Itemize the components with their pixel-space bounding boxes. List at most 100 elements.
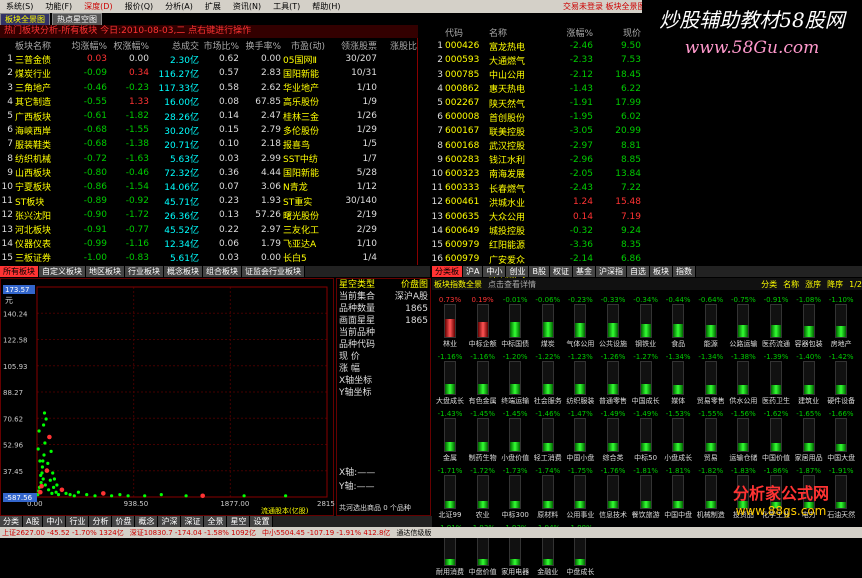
menu-depth[interactable]: 深度(D) <box>78 1 118 12</box>
scatter-point[interactable] <box>184 494 188 498</box>
stock-row[interactable]: 4 000862 惠天热电 -1.43 6.22 <box>420 82 642 96</box>
index-detail-link[interactable]: 点击查看详情 <box>488 279 536 290</box>
scatter-point[interactable] <box>200 493 205 499</box>
scatter-point[interactable] <box>42 411 47 415</box>
tab-bottom-11[interactable]: 设置 <box>250 516 274 527</box>
block-row[interactable]: 11 ST板块 -0.89 -0.92 45.71亿 0.23 1.93 ST重实 30/140 <box>0 194 418 208</box>
index-cell[interactable]: -1.16% 有色金属 <box>469 353 497 407</box>
scatter-point[interactable] <box>47 434 52 440</box>
stock-row[interactable]: 15 600979 红阳能源 -3.36 8.35 <box>420 238 642 252</box>
index-cell[interactable]: 0.19% 中标企额 <box>469 296 497 350</box>
scatter-point[interactable] <box>56 493 61 497</box>
starmap-chart[interactable]: 173.57 140.24 122.58 105.93 88.27 70.62 52.96 3… <box>0 278 335 516</box>
stock-row[interactable]: 13 600635 大众公用 0.14 7.19 <box>420 209 642 224</box>
index-cell[interactable]: -0.06% 煤炭 <box>534 296 562 350</box>
scatter-point[interactable] <box>64 491 68 495</box>
index-sort-up[interactable]: 涨序 <box>805 279 821 290</box>
tab-bottom-7[interactable]: 沪深 <box>158 516 182 527</box>
index-cell[interactable]: -1.38% 供水公用 <box>729 353 757 407</box>
scatter-point[interactable] <box>37 429 41 433</box>
scatter-point[interactable] <box>101 491 106 496</box>
index-cell[interactable]: -0.34% 钢铁业 <box>632 296 660 350</box>
tab-market-0[interactable]: 分类板 <box>432 266 463 277</box>
scatter-point[interactable] <box>38 489 43 495</box>
index-cell[interactable]: -1.45% 制药生物 <box>469 410 497 464</box>
tab-bottom-8[interactable]: 深证 <box>181 516 205 527</box>
info-title-value[interactable]: 价盘图 <box>401 279 428 291</box>
tab-bottom-2[interactable]: 中小 <box>43 516 67 527</box>
scatter-point[interactable] <box>85 493 89 497</box>
index-cell[interactable]: -1.81% 餐饮旅游 <box>632 467 660 521</box>
scatter-point[interactable] <box>42 453 46 457</box>
scatter-point[interactable] <box>126 494 130 498</box>
tab-market-2[interactable]: 中小 <box>483 266 507 277</box>
menu-tools[interactable]: 工具(T) <box>267 1 306 12</box>
scatter-point[interactable] <box>49 449 53 453</box>
scatter-point[interactable] <box>76 490 80 494</box>
stock-row[interactable]: 7 600167 联美控股 -3.05 20.99 <box>420 124 642 138</box>
col-header[interactable]: 涨幅% <box>544 25 594 39</box>
col-header[interactable]: 涨股比 <box>378 38 418 52</box>
tab-bottom-5[interactable]: 价盘 <box>112 516 136 527</box>
block-row[interactable]: 13 河北板块 -0.91 -0.77 45.52亿 0.22 2.97 三友化工 2/29 <box>0 222 418 237</box>
menu-quote[interactable]: 报价(Q) <box>119 1 160 12</box>
stock-row[interactable]: 12 600461 洪城水业 1.24 15.48 <box>420 195 642 209</box>
index-sort-down[interactable]: 降序 <box>827 279 843 290</box>
index-cell[interactable]: -1.81% 中国中盘 <box>664 467 692 521</box>
tab-block-2[interactable]: 地区板块 <box>86 266 125 277</box>
col-header[interactable]: 总成交 <box>150 38 200 52</box>
stock-row[interactable]: 8 600168 武汉控股 -2.97 8.81 <box>420 139 642 153</box>
index-cell[interactable]: -0.23% 气体公用 <box>566 296 594 350</box>
scatter-point[interactable] <box>110 494 114 498</box>
tab-starmap[interactable]: 热点星空图 <box>52 13 102 25</box>
col-header[interactable]: 板块名称 <box>14 38 64 52</box>
tab-bottom-9[interactable]: 全景 <box>204 516 228 527</box>
tab-market-5[interactable]: 权证 <box>549 266 573 277</box>
scatter-point[interactable] <box>36 447 40 451</box>
index-cell[interactable]: -1.65% 家居用品 <box>795 410 823 464</box>
index-cell[interactable]: -1.23% 纺织服装 <box>566 353 594 407</box>
tab-market-9[interactable]: 板块 <box>649 266 673 277</box>
stock-row[interactable]: 1 000426 富龙热电 -2.46 9.50 <box>420 39 642 53</box>
tab-market-7[interactable]: 沪深指 <box>595 266 627 277</box>
index-cell[interactable]: -0.64% 能源 <box>697 296 725 350</box>
index-cell[interactable]: -1.74% 原材料 <box>534 467 562 521</box>
index-cell[interactable]: -1.34% 媒体 <box>664 353 692 407</box>
block-row[interactable]: 10 宁夏板块 -0.86 -1.54 14.06亿 0.07 3.06 N青龙 1/12 <box>0 180 418 194</box>
menu-function[interactable]: 功能(F) <box>39 1 78 12</box>
col-header[interactable]: 代码 <box>444 25 488 39</box>
tab-block-6[interactable]: 证监会行业板块 <box>242 266 305 277</box>
block-row[interactable]: 4 其它制造 -0.55 1.33 16.00亿 0.08 67.85 高乐股份 1/9 <box>0 95 418 109</box>
index-cell[interactable]: -1.56% 运输仓储 <box>729 410 757 464</box>
tab-market-8[interactable]: 自选 <box>626 266 650 277</box>
tab-market-3[interactable]: 创业 <box>506 266 530 277</box>
scatter-point[interactable] <box>55 483 59 487</box>
stock-row[interactable]: 3 000785 中山公用 -2.12 18.45 <box>420 68 642 82</box>
stock-row[interactable]: 6 600008 首创股份 -1.95 6.02 <box>420 110 642 124</box>
index-cell[interactable]: -1.73% 中标300 <box>501 467 529 521</box>
stock-row[interactable]: 9 600283 钱江水利 -2.96 8.85 <box>420 153 642 167</box>
index-cell[interactable]: -1.39% 医药卫生 <box>762 353 790 407</box>
scatter-point[interactable] <box>43 483 47 487</box>
scatter-point[interactable] <box>52 485 56 489</box>
tab-block-4[interactable]: 概念板块 <box>164 266 203 277</box>
index-cell[interactable]: -1.53% 小盘成长 <box>664 410 692 464</box>
index-cell[interactable]: -0.33% 公共设施 <box>599 296 627 350</box>
menu-analysis[interactable]: 分析(A) <box>159 1 199 12</box>
tab-market-1[interactable]: 沪A <box>463 266 484 277</box>
index-cell[interactable]: -1.10% 房地产 <box>827 296 855 350</box>
scatter-point[interactable] <box>48 478 52 482</box>
block-row[interactable]: 9 山西板块 -0.80 -0.46 72.32亿 0.36 4.44 国阳新能 5/28 <box>0 166 418 180</box>
scatter-point[interactable] <box>46 461 50 465</box>
index-cell[interactable]: -1.43% 金属 <box>436 410 464 464</box>
col-header[interactable]: 领涨股票 <box>326 38 378 52</box>
stock-row[interactable]: 11 600333 长春燃气 -2.43 7.22 <box>420 181 642 195</box>
tab-market-10[interactable]: 指数 <box>672 266 696 277</box>
scatter-point[interactable] <box>44 468 50 473</box>
index-cell[interactable]: -1.62% 中国价值 <box>762 410 790 464</box>
scatter-point[interactable] <box>39 481 43 485</box>
index-cell[interactable]: -1.49% 综合类 <box>599 410 627 464</box>
scatter-point[interactable] <box>68 493 72 497</box>
col-header[interactable]: 市盈(动) <box>282 38 326 52</box>
stock-row[interactable]: 14 600649 城投控股 -0.32 9.24 <box>420 224 642 238</box>
